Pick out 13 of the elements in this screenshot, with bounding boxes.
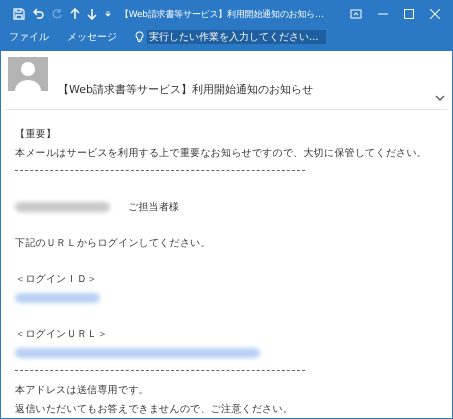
ribbon-tab[interactable]: メッセージ [67, 30, 117, 44]
body-text: ＜ログインＩＤ＞ [15, 272, 98, 286]
body-text: 本メールはサービスを利用する上で重要なお知らせですので、大切に保管してください。 [15, 146, 428, 160]
body-text: 【重要】 [15, 128, 58, 142]
message-subject: 【Web請求書等サービス】利用開始通知のお知らせ [58, 82, 313, 97]
addressee-text: ご担当者様 [128, 200, 180, 214]
ribbon-tab[interactable]: ファイル [9, 30, 49, 44]
body-text: ＜ログインＵＲＬ＞ [15, 328, 109, 342]
body-text: 返信いただいてもお答えできませんので、ご注意ください。 [15, 402, 294, 416]
body-text: 本アドレスは送信専用です。 [15, 384, 150, 398]
window-title: 【Web請求書等サービス】利用開始通知のお知ら… [120, 8, 324, 20]
body-text: 下記のＵＲＬからログインしてください。 [15, 236, 212, 250]
search-field[interactable]: 実行したい作業を入力してください... [147, 30, 326, 44]
